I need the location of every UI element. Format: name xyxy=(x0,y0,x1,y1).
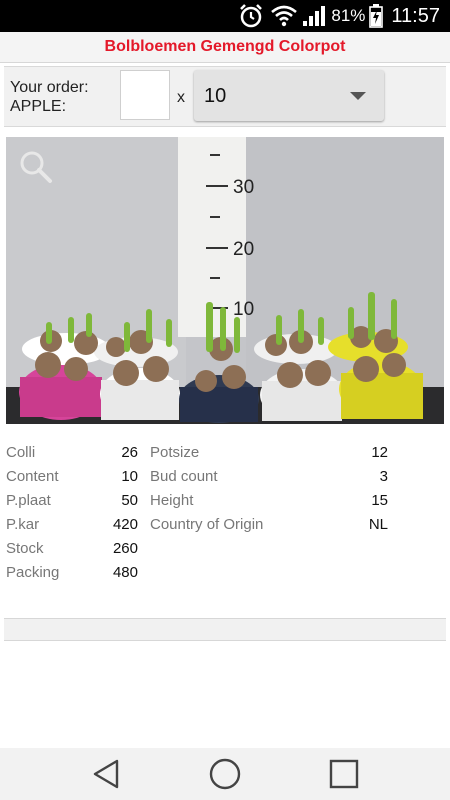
clock: 11:57 xyxy=(391,4,440,27)
spec-bud-count: Bud count 3 xyxy=(150,468,388,492)
navigation-bar xyxy=(0,748,450,800)
home-button[interactable] xyxy=(205,756,245,792)
spec-colli: Colli 26 xyxy=(6,444,138,468)
bottom-bar xyxy=(4,618,446,641)
spec-value: 420 xyxy=(112,516,138,533)
status-icons: 81% 11:57 xyxy=(237,0,450,32)
spec-potsize: Potsize 12 xyxy=(150,444,388,468)
spec-label: Packing xyxy=(6,564,60,581)
wifi-icon xyxy=(271,5,298,27)
spec-label: P.plaat xyxy=(6,492,51,509)
status-bar: 81% 11:57 xyxy=(0,0,450,32)
product-title: Bolbloemen Gemengd Colorpot xyxy=(104,38,346,55)
order-label-line1: Your order: xyxy=(10,79,89,96)
spec-label: Country of Origin xyxy=(150,516,264,533)
spec-packing: Packing 480 xyxy=(6,564,138,588)
spec-value: 260 xyxy=(112,540,138,557)
recents-icon xyxy=(329,759,359,789)
spec-value: 12 xyxy=(371,444,388,461)
back-icon xyxy=(93,759,119,789)
ruler-mark-30: 30 xyxy=(233,177,254,198)
alarm-icon xyxy=(237,3,265,29)
order-label: Your order: APPLE: xyxy=(10,78,89,116)
ruler-mark-20: 20 xyxy=(233,239,254,260)
battery-charging-icon xyxy=(369,4,384,28)
spec-value: NL xyxy=(368,516,388,533)
order-label-line2: APPLE: xyxy=(10,98,67,115)
order-quantity-input[interactable] xyxy=(120,70,170,120)
signal-icon xyxy=(302,5,328,27)
spec-content: Content 10 xyxy=(6,468,138,492)
spec-value: 50 xyxy=(121,492,138,509)
spec-pplaat: P.plaat 50 xyxy=(6,492,138,516)
spec-label: Height xyxy=(150,492,194,509)
spec-value: 480 xyxy=(112,564,138,581)
battery-percent: 81% xyxy=(331,6,366,25)
multiplier-sign: x xyxy=(177,89,185,106)
dropdown-arrow-icon xyxy=(350,92,366,100)
home-icon xyxy=(209,758,241,790)
spec-value: 15 xyxy=(371,492,388,509)
spec-value: 26 xyxy=(121,444,138,461)
spec-height: Height 15 xyxy=(150,492,388,516)
spec-label: Stock xyxy=(6,540,44,557)
ruler-mark-10: 10 xyxy=(233,299,254,320)
spec-stock: Stock 260 xyxy=(6,540,138,564)
spec-country-of-origin: Country of Origin NL xyxy=(150,516,388,540)
packing-select-value: 10 xyxy=(204,85,227,107)
spec-label: P.kar xyxy=(6,516,40,533)
spec-pkar: P.kar 420 xyxy=(6,516,138,540)
zoom-magnifier-icon[interactable] xyxy=(18,149,54,185)
spec-label: Content xyxy=(6,468,59,485)
spec-value: 3 xyxy=(379,468,388,485)
recents-button[interactable] xyxy=(324,756,364,792)
packing-select[interactable]: 10 xyxy=(194,70,384,121)
spec-label: Colli xyxy=(6,444,36,461)
spec-label: Bud count xyxy=(150,468,218,485)
order-row: Your order: APPLE: x 10 xyxy=(4,66,446,127)
product-image[interactable]: 30 20 10 xyxy=(6,137,444,424)
spec-label: Potsize xyxy=(150,444,200,461)
spec-value: 10 xyxy=(121,468,138,485)
product-photo-illustration: 30 20 10 xyxy=(6,137,444,424)
back-button[interactable] xyxy=(86,756,126,792)
product-title-bar: Bolbloemen Gemengd Colorpot xyxy=(0,32,450,63)
